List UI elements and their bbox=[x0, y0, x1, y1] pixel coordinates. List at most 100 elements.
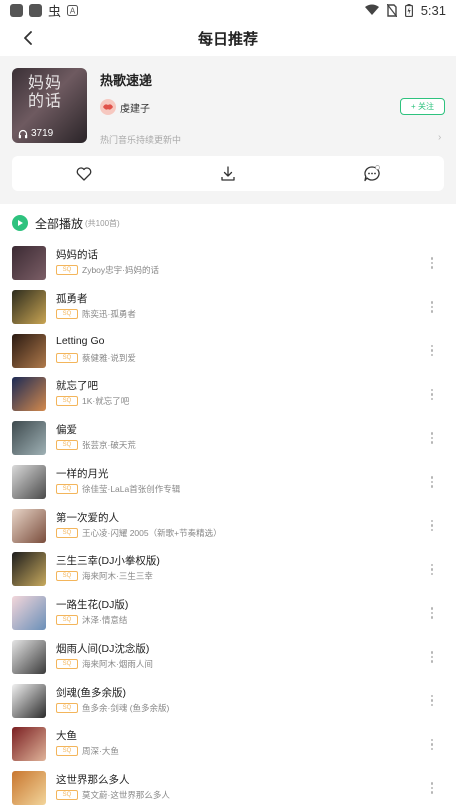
song-title: 剑魂(鱼多余版) bbox=[56, 686, 126, 699]
play-all-button[interactable]: 全部播放 (共100首) bbox=[12, 213, 120, 233]
heart-icon bbox=[76, 166, 92, 181]
song-artist-album: 莫文蔚·这世界那么多人 bbox=[82, 790, 170, 800]
song-title: 大鱼 bbox=[56, 730, 77, 743]
song-title: 偏爱 bbox=[56, 424, 77, 436]
status-time: 5:31 bbox=[420, 2, 446, 18]
chevron-left-icon bbox=[24, 31, 32, 45]
back-button[interactable] bbox=[16, 26, 40, 50]
battery-icon bbox=[404, 3, 413, 17]
song-row[interactable]: 大鱼 SQ 周深·大鱼 bbox=[0, 722, 456, 766]
song-row[interactable]: 这世界那么多人 SQ 莫文蔚·这世界那么多人 bbox=[0, 766, 456, 810]
chevron-right-icon[interactable]: › bbox=[438, 132, 441, 143]
song-row[interactable]: 就忘了吧 SQ 1K·就忘了吧 bbox=[0, 372, 456, 416]
song-thumbnail bbox=[12, 639, 46, 674]
no-sim-icon bbox=[386, 3, 397, 17]
more-options-icon[interactable] bbox=[424, 515, 440, 537]
download-button[interactable] bbox=[211, 159, 245, 189]
more-options-icon[interactable] bbox=[424, 471, 440, 493]
song-thumbnail bbox=[12, 464, 46, 499]
play-count: 3719 bbox=[18, 128, 53, 139]
playlist-title: 热歌速递 bbox=[100, 73, 153, 88]
song-thumbnail bbox=[12, 377, 46, 412]
playlist-cover[interactable]: 妈妈的话 3719 bbox=[12, 68, 87, 143]
page-title: 每日推荐 bbox=[197, 30, 258, 48]
author-name[interactable]: 虔建子 bbox=[120, 100, 150, 115]
play-all-label: 全部播放 bbox=[35, 216, 84, 231]
avatar-lips-icon bbox=[103, 104, 113, 110]
song-row[interactable]: 一样的月光 SQ 徐佳莹·LaLa首张创作专辑 bbox=[0, 460, 456, 504]
song-thumbnail bbox=[12, 246, 46, 280]
sq-quality-badge: SQ bbox=[56, 483, 78, 494]
song-artist-album: 王心凌·闪耀 2005（新歌+节奏精选） bbox=[82, 527, 222, 538]
song-artist-album: 1K·就忘了吧 bbox=[82, 396, 130, 407]
page-header: 每日推荐 bbox=[0, 20, 456, 56]
song-title: 烟雨人间(DJ沈念版) bbox=[56, 642, 150, 655]
more-options-icon[interactable] bbox=[424, 777, 440, 799]
song-artist-album: 周深·大鱼 bbox=[82, 746, 119, 757]
sq-quality-badge: SQ bbox=[56, 352, 78, 363]
sq-quality-badge: SQ bbox=[56, 746, 78, 757]
more-options-icon[interactable] bbox=[424, 690, 440, 712]
sq-quality-badge: SQ bbox=[56, 571, 78, 582]
song-row[interactable]: 孤勇者 SQ 陈奕迅·孤勇者 bbox=[0, 285, 456, 329]
playlist-description: 热门音乐持续更新中 bbox=[100, 135, 182, 145]
song-artist-album: 海来阿木·烟雨人间 bbox=[82, 658, 153, 669]
more-options-icon[interactable] bbox=[424, 733, 440, 755]
song-title: 就忘了吧 bbox=[56, 380, 98, 393]
more-options-icon[interactable] bbox=[424, 383, 440, 405]
song-title: 妈妈的话 bbox=[56, 249, 98, 261]
song-row[interactable]: 剑魂(鱼多余版) SQ 鱼多余·剑魂 (鱼多余版) bbox=[0, 679, 456, 723]
sq-quality-badge: SQ bbox=[56, 440, 78, 450]
wifi-icon bbox=[364, 4, 379, 15]
author-avatar[interactable] bbox=[100, 99, 116, 115]
headphones-icon bbox=[18, 129, 28, 138]
song-thumbnail bbox=[12, 727, 46, 762]
favorite-button[interactable] bbox=[67, 159, 101, 189]
more-options-icon[interactable] bbox=[424, 340, 440, 362]
sq-quality-badge: SQ bbox=[56, 658, 78, 669]
song-row[interactable]: 第一次爱的人 SQ 王心凌·闪耀 2005（新歌+节奏精选） bbox=[0, 504, 456, 548]
song-title: 三生三幸(DJ小拳权版) bbox=[56, 555, 160, 568]
song-thumbnail bbox=[12, 596, 46, 630]
song-artist-album: 陈奕迅·孤勇者 bbox=[82, 308, 136, 319]
song-title: 这世界那么多人 bbox=[56, 774, 130, 786]
song-thumbnail bbox=[12, 421, 46, 455]
more-options-icon[interactable] bbox=[424, 427, 440, 449]
song-row[interactable]: 三生三幸(DJ小拳权版) SQ 海来阿木·三生三幸 bbox=[0, 547, 456, 591]
song-thumbnail bbox=[12, 333, 46, 368]
status-bar: 虫 A 5:31 bbox=[0, 0, 456, 20]
song-artist-album: 徐佳莹·LaLa首张创作专辑 bbox=[82, 483, 181, 494]
more-options-icon[interactable] bbox=[424, 558, 440, 580]
more-options-icon[interactable] bbox=[424, 646, 440, 668]
song-row[interactable]: 妈妈的话 SQ Zyboy忠宇·妈妈的话 bbox=[0, 241, 456, 285]
song-list: 妈妈的话 SQ Zyboy忠宇·妈妈的话 孤勇者 SQ 陈奕迅·孤勇者 Letting Go… bbox=[0, 241, 456, 810]
more-options-icon[interactable] bbox=[424, 602, 440, 624]
song-artist-album: 海来阿木·三生三幸 bbox=[82, 571, 153, 582]
song-title: 孤勇者 bbox=[56, 292, 88, 305]
song-artist-album: 张芸京·破天荒 bbox=[82, 440, 136, 450]
song-title: Letting Go bbox=[56, 334, 105, 347]
status-notification-icons: 虫 A bbox=[10, 1, 79, 20]
sq-quality-badge: SQ bbox=[56, 308, 78, 319]
playlist-actions-bar bbox=[12, 156, 444, 191]
song-row[interactable]: Letting Go SQ 蔡健雅·说到爱 bbox=[0, 329, 456, 373]
song-thumbnail bbox=[12, 552, 46, 587]
follow-button[interactable]: + 关注 bbox=[400, 98, 445, 115]
download-icon bbox=[221, 165, 235, 181]
sq-quality-badge: SQ bbox=[56, 527, 78, 538]
more-options-icon[interactable] bbox=[424, 296, 440, 318]
song-title: 一样的月光 bbox=[56, 467, 109, 480]
song-artist-album: 蔡健雅·说到爱 bbox=[82, 352, 136, 363]
song-title: 第一次爱的人 bbox=[56, 511, 119, 524]
song-thumbnail bbox=[12, 683, 46, 718]
notification-app-icon bbox=[29, 3, 42, 17]
song-row[interactable]: 一路生花(DJ版) SQ 沐泽·情意结 bbox=[0, 591, 456, 635]
song-row[interactable]: 烟雨人间(DJ沈念版) SQ 海来阿木·烟雨人间 bbox=[0, 635, 456, 679]
playlist-cover-text: 妈妈的话 bbox=[28, 73, 63, 110]
play-icon bbox=[12, 215, 28, 231]
song-row[interactable]: 偏爱 SQ 张芸京·破天荒 bbox=[0, 416, 456, 460]
more-options-icon[interactable] bbox=[424, 252, 440, 274]
song-thumbnail bbox=[12, 771, 46, 805]
comment-button[interactable] bbox=[355, 159, 389, 189]
sq-quality-badge: SQ bbox=[56, 265, 78, 275]
